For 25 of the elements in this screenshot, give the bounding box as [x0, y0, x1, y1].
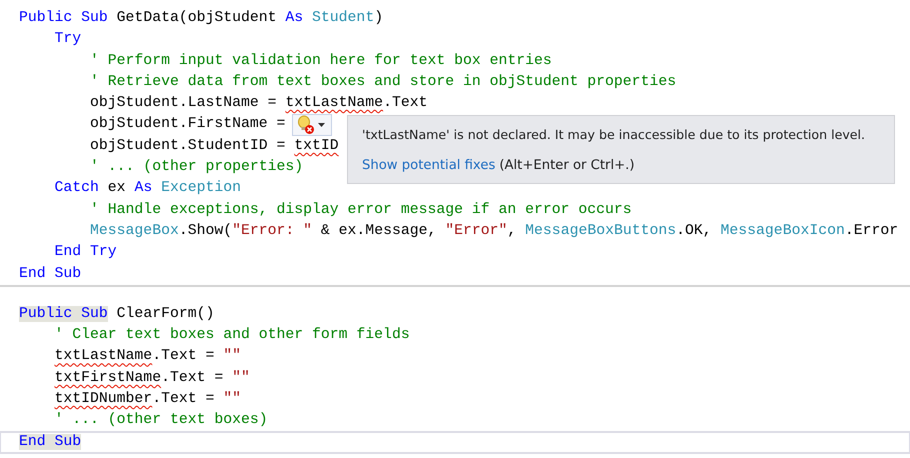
lightbulb-icon [297, 115, 315, 135]
error-message: 'txtLastName' is not declared. It may be inaccessible due to its protection level. [362, 126, 866, 143]
code-line: End Sub [18, 264, 82, 284]
quick-actions-button[interactable] [292, 114, 332, 136]
shortcut-hint: (Alt+Enter or Ctrl+.) [499, 157, 634, 174]
code-line: ' Perform input validation here for text box entries [89, 52, 552, 71]
code-line: Public Sub GetData(objStudent As Student) [18, 9, 384, 28]
code-line: Catch ex As Exception [54, 179, 242, 198]
code-line: ' ... (other properties) [89, 158, 304, 178]
code-line: objStudent.StudentID = txtID [89, 136, 339, 156]
code-line: End Try [54, 243, 117, 262]
code-line: Try [54, 30, 82, 50]
show-fixes-link[interactable]: Show potential fixes [362, 157, 496, 174]
code-line: ' ... (other text boxes) [54, 411, 268, 430]
code-line: txtLastName.Text = "" [54, 347, 242, 366]
code-line: Public Sub ClearForm() [18, 304, 214, 324]
code-line: ' Clear text boxes and other form fields [54, 326, 410, 346]
code-line: ' Handle exceptions, display error message if an error occurs [89, 200, 632, 220]
code-line: objStudent.LastName = txtLastName.Text [89, 94, 428, 114]
code-line: MessageBox.Show("Error: " & ex.Message, "Error", MessageBoxButtons.OK, MessageBoxIcon.Error [89, 222, 898, 241]
caret-icon [318, 123, 325, 127]
code-line: objStudent.FirstName = [89, 115, 286, 134]
code-line: txtFirstName.Text = "" [54, 368, 250, 388]
code-line: txtIDNumber.Text = "" [54, 390, 242, 410]
code-line: ' Retrieve data from text boxes and store in objStudent properties [89, 72, 676, 92]
